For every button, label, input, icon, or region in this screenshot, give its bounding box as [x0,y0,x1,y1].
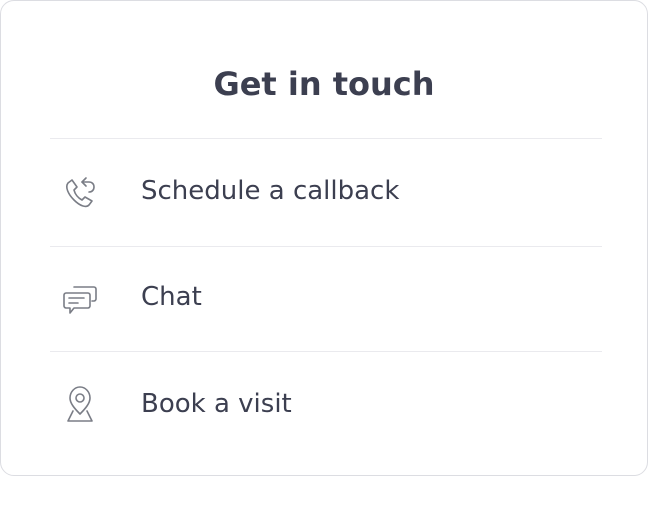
location-pin-icon [58,382,102,426]
book-visit-option[interactable]: Book a visit [50,352,602,456]
card-title: Get in touch [213,65,435,103]
chat-option[interactable]: Chat [50,247,602,351]
schedule-callback-option[interactable]: Schedule a callback [50,139,602,247]
option-label: Book a visit [141,389,292,419]
option-label: Schedule a callback [141,176,400,206]
option-label: Chat [141,282,202,312]
contact-card: Get in touch Schedule a callback Chat Bo… [0,0,648,476]
phone-callback-icon [58,170,102,214]
chat-bubbles-icon [58,277,102,321]
